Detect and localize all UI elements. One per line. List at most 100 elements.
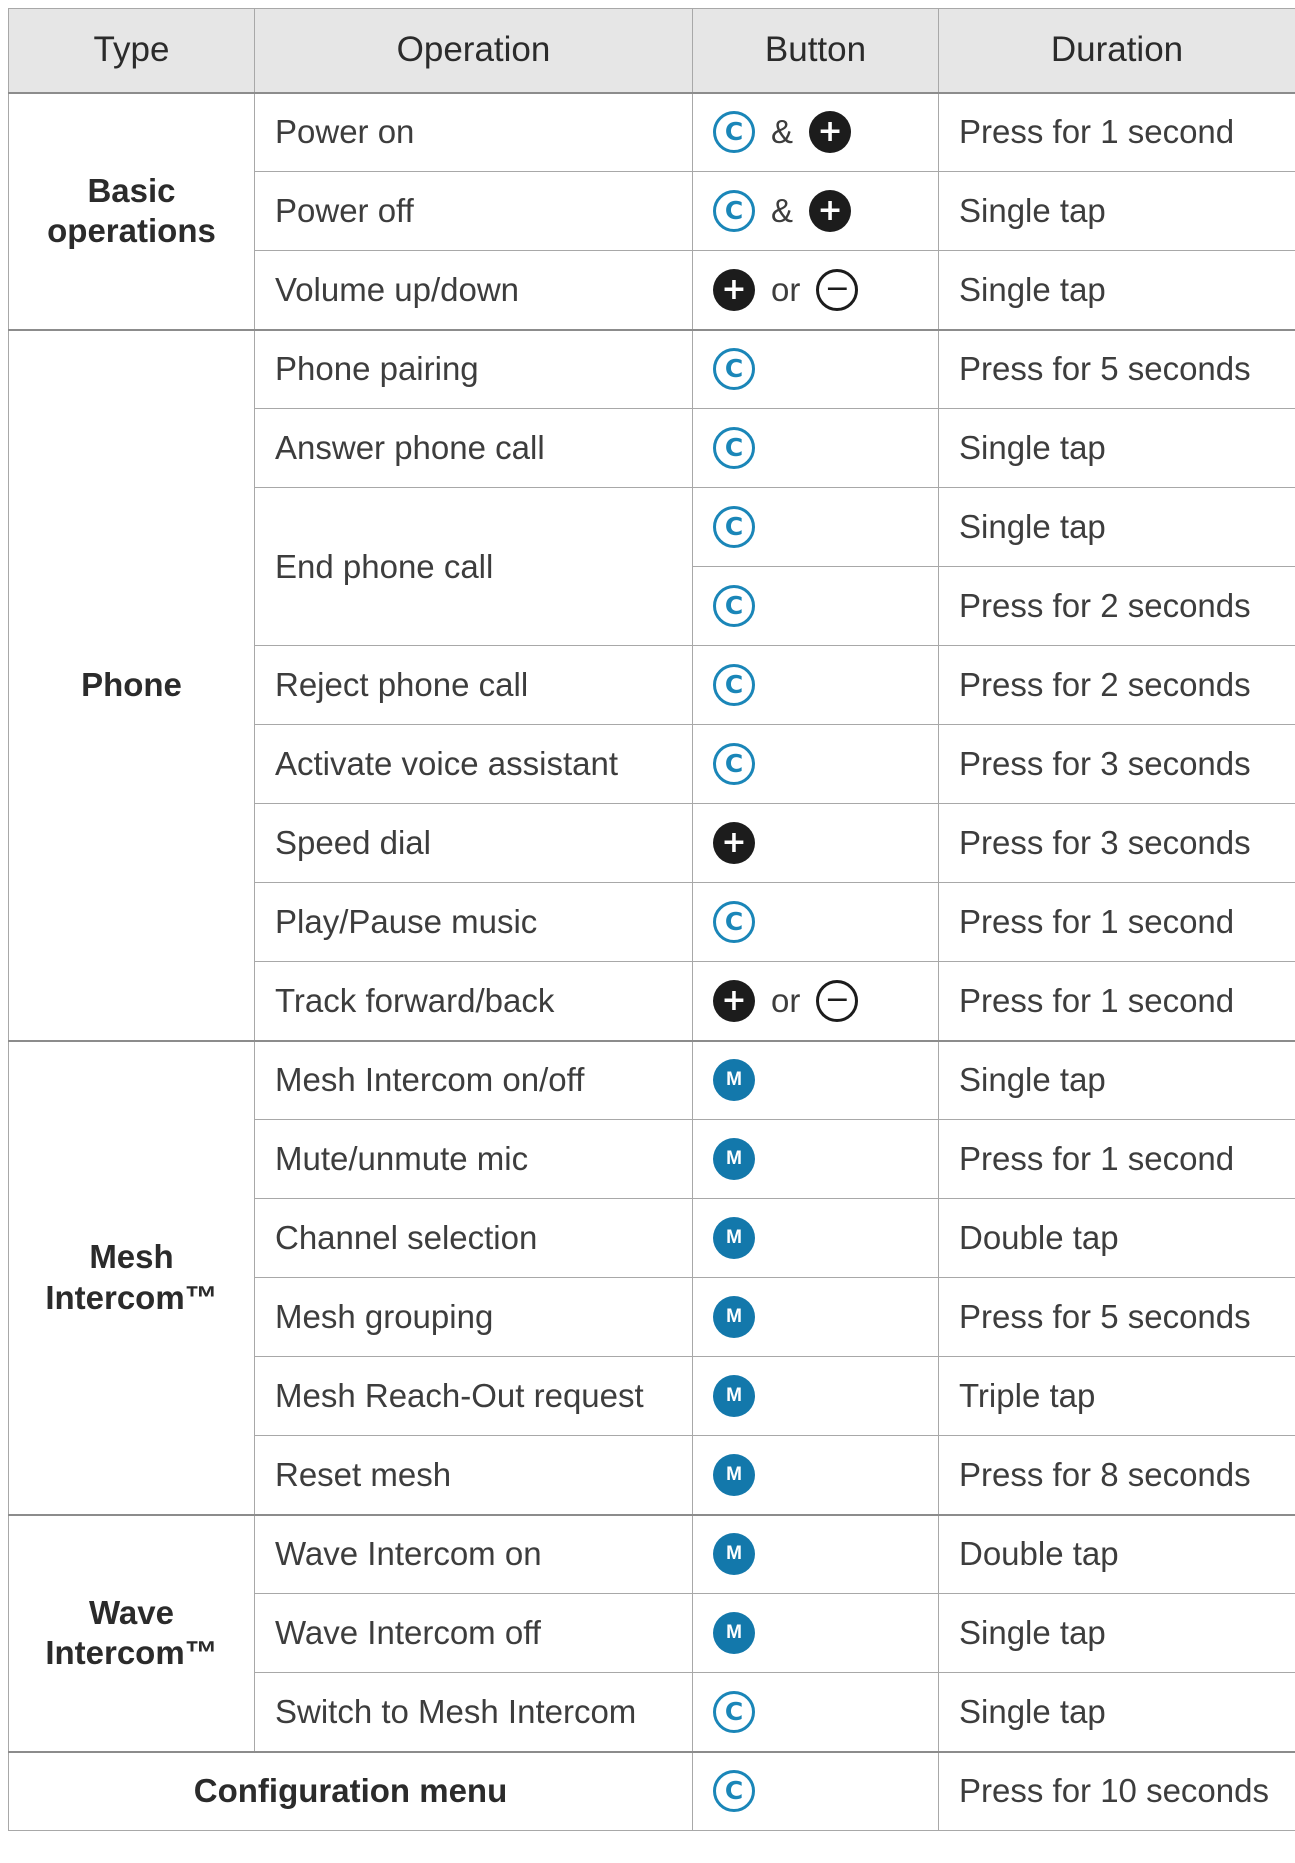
type-label: Mesh Intercom™ [45,1238,218,1316]
operation-cell: Reject phone call [254,645,693,725]
duration-cell: Single tap [938,1672,1295,1752]
phone-button-icon: C [713,1770,755,1813]
mesh-button-icon: M [713,1059,755,1102]
button-cell: C [692,566,939,646]
type-cell: Mesh Intercom™ [8,1039,255,1515]
duration-cell: Single tap [938,487,1295,567]
configuration-menu-label: Configuration menu [8,1750,693,1831]
operation-cell: Power on [254,91,693,172]
type-cell: Phone [8,328,255,1041]
button-cell: M [692,1356,939,1436]
duration-cell: Press for 5 seconds [938,328,1295,409]
table-body: Basic operations Power on C & + Press for 1 s… [8,91,1295,1831]
button-cell: + or − [692,961,939,1041]
button-cell: C [692,1750,939,1831]
duration-cell: Press for 3 seconds [938,724,1295,804]
duration-cell: Press for 5 seconds [938,1277,1295,1357]
button-separator: & [771,113,794,151]
mesh-button-icon: M [713,1296,755,1338]
mesh-button-icon: M [713,1612,755,1654]
phone-button-icon: C [713,901,755,943]
button-cell: M [692,1277,939,1357]
operation-cell: Mute/unmute mic [254,1119,693,1199]
plus-button-icon: + [713,822,755,864]
operation-cell: Speed dial [254,803,693,883]
operation-cell: Activate voice assistant [254,724,693,804]
duration-cell: Press for 1 second [938,961,1295,1041]
mesh-button-icon: M [713,1375,755,1417]
phone-button-icon: C [713,506,755,548]
operation-cell: Mesh Intercom on/off [254,1039,693,1120]
button-cell: + or − [692,250,939,330]
operation-cell: Play/Pause music [254,882,693,962]
button-cell: C [692,882,939,962]
button-cell: C & + [692,171,939,251]
header-duration: Duration [938,8,1295,93]
duration-cell: Press for 10 seconds [938,1750,1295,1831]
plus-button-icon: + [713,979,755,1022]
mesh-button-icon: M [713,1453,755,1496]
operation-cell: Reset mesh [254,1435,693,1515]
table-row: Wave Intercom™ Wave Intercom on M Double ta… [8,1513,1295,1752]
operation-cell: Answer phone call [254,408,693,488]
button-separator: & [771,192,794,229]
button-cell: C & + [692,91,939,172]
plus-button-icon: + [809,111,852,154]
duration-cell: Single tap [938,1039,1295,1120]
operation-cell: Switch to Mesh Intercom [254,1672,693,1752]
operation-cell: Phone pairing [254,328,693,409]
mesh-button-icon: M [713,1217,755,1259]
button-cell: C [692,724,939,804]
operation-cell: Wave Intercom off [254,1593,693,1673]
phone-button-icon: C [713,1690,755,1733]
duration-cell: Single tap [938,250,1295,330]
duration-cell: Single tap [938,171,1295,251]
plus-button-icon: + [713,268,755,311]
duration-cell: Press for 2 seconds [938,566,1295,646]
operation-cell: Mesh grouping [254,1277,693,1357]
duration-cell: Press for 3 seconds [938,803,1295,883]
phone-button-icon: C [713,111,755,154]
button-cell: C [692,328,939,409]
duration-cell: Press for 1 second [938,1119,1295,1199]
header-row: Type Operation Button Duration [8,8,1295,93]
duration-cell: Press for 8 seconds [938,1435,1295,1515]
table-row: Basic operations Power on C & + Press for 1 s… [8,91,1295,330]
type-label: Wave Intercom™ [45,1593,218,1671]
table-row: Mesh Intercom™ Mesh Intercom on/off M Singl… [8,1039,1295,1515]
table-row: Phone Phone pairing C Press for 5 seconds [8,328,1295,1041]
type-cell: Wave Intercom™ [8,1513,255,1752]
duration-cell: Press for 1 second [938,91,1295,172]
button-cell: M [692,1198,939,1278]
duration-cell: Press for 1 second [938,882,1295,962]
header-type: Type [8,8,255,93]
type-cell: Basic operations [8,91,255,330]
button-separator: or [771,981,801,1019]
duration-cell: Single tap [938,408,1295,488]
button-cell: C [692,1672,939,1752]
button-cell: M [692,1039,939,1120]
table-row: Configuration menu C Press for 10 seconds [8,1750,1295,1831]
button-cell: C [692,487,939,567]
duration-cell: Double tap [938,1198,1295,1278]
operation-cell: Volume up/down [254,250,693,330]
button-cell: C [692,408,939,488]
button-separator: or [771,270,801,308]
phone-button-icon: C [713,190,755,232]
phone-button-icon: C [713,664,755,706]
type-label: Basic operations [47,171,216,249]
button-cell: + [692,803,939,883]
button-operations-table: Type Operation Button Duration Basic ope… [8,8,1295,1831]
operation-cell: Power off [254,171,693,251]
plus-button-icon: + [809,190,852,232]
operation-cell: Wave Intercom on [254,1513,693,1594]
phone-button-icon: C [713,427,755,469]
button-cell: M [692,1593,939,1673]
button-cell: M [692,1513,939,1594]
mesh-button-icon: M [713,1138,755,1180]
minus-button-icon: − [816,268,859,311]
header-operation: Operation [254,8,693,93]
button-cell: C [692,645,939,725]
mesh-button-icon: M [713,1533,755,1576]
operation-cell: End phone call [254,487,693,646]
